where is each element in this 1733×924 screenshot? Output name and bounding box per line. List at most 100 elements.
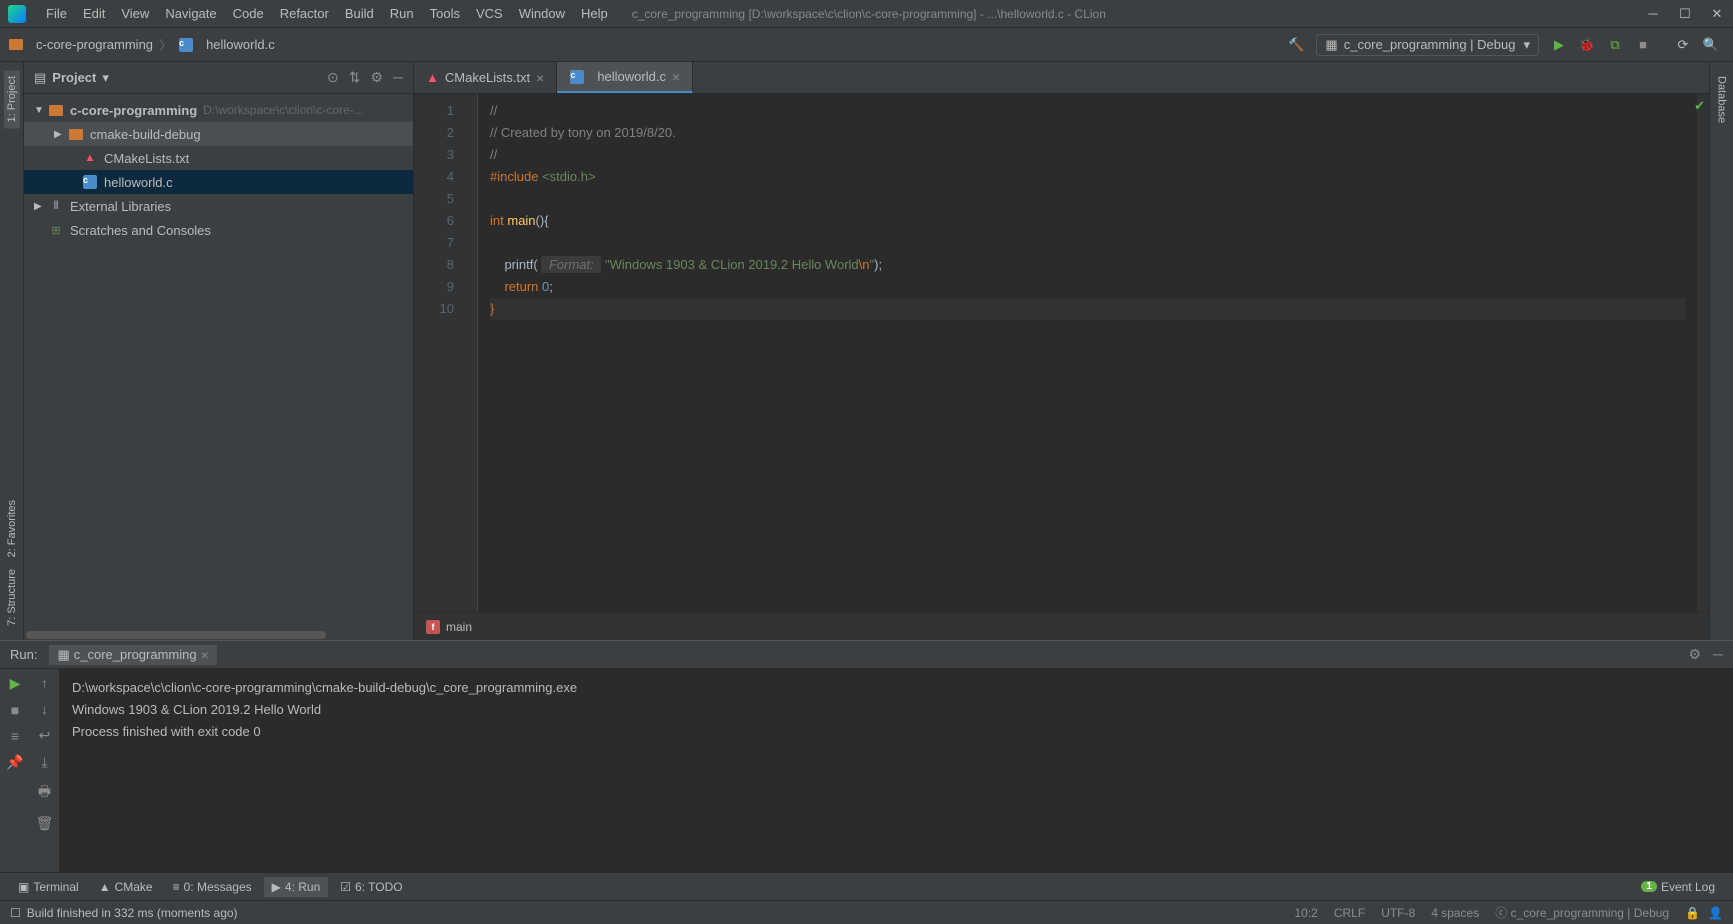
library-icon: ⫴ (48, 198, 64, 214)
run-config-selector[interactable]: ▦ c_core_programming | Debug ▾ (1316, 34, 1539, 56)
tree-item-helloworld[interactable]: c helloworld.c (24, 170, 413, 194)
project-tool-button[interactable]: 1: Project (4, 70, 20, 128)
menu-tools[interactable]: Tools (422, 4, 468, 23)
menu-window[interactable]: Window (511, 4, 573, 23)
hide-panel-icon[interactable]: ─ (393, 69, 403, 86)
messages-tab[interactable]: ≡0: Messages (165, 877, 260, 897)
close-icon[interactable]: × (201, 647, 209, 663)
tab-helloworld[interactable]: c helloworld.c × (557, 62, 693, 93)
c-file-icon: c (82, 174, 98, 190)
fold-gutter[interactable] (464, 94, 478, 612)
chevron-down-icon[interactable]: ▾ (102, 70, 109, 86)
error-stripe[interactable] (1697, 94, 1709, 612)
tab-cmakelists[interactable]: ▲ CMakeLists.txt × (414, 62, 557, 93)
soft-wrap-icon[interactable]: ↩ (39, 727, 51, 744)
run-tab[interactable]: ▦ c_core_programming × (49, 645, 216, 665)
status-message-icon: ☐ (10, 906, 21, 920)
titlebar: File Edit View Navigate Code Refactor Bu… (0, 0, 1733, 28)
hide-panel-icon[interactable]: ─ (1713, 646, 1723, 663)
profile-button[interactable]: ⧉ (1603, 33, 1627, 57)
menu-navigate[interactable]: Navigate (157, 4, 224, 23)
menu-build[interactable]: Build (337, 4, 382, 23)
bottom-tool-tabs: ▣Terminal ▲CMake ≡0: Messages ▶4: Run ☑6… (0, 872, 1733, 900)
function-icon: f (426, 620, 440, 634)
scratch-icon: ⊞ (48, 222, 64, 238)
debug-button[interactable]: 🐞 (1575, 33, 1599, 57)
run-panel-label: Run: (10, 647, 37, 662)
close-icon[interactable]: × (672, 69, 680, 85)
line-separator[interactable]: CRLF (1334, 906, 1365, 920)
run-button[interactable]: ▶ (1547, 33, 1571, 57)
line-number-gutter[interactable]: 12345678910 (414, 94, 464, 612)
terminal-tab[interactable]: ▣Terminal (10, 877, 87, 897)
menu-run[interactable]: Run (382, 4, 422, 23)
minimize-button[interactable]: ─ (1645, 6, 1661, 22)
code-editor[interactable]: // // Created by tony on 2019/8/20. // #… (478, 94, 1697, 612)
search-everywhere-button[interactable]: 🔍 (1699, 33, 1723, 57)
event-log-tab[interactable]: 1 Event Log (1633, 877, 1723, 897)
scroll-end-icon[interactable]: ⤓ (41, 754, 47, 771)
console-output[interactable]: D:\workspace\c\clion\c-core-programming\… (60, 669, 1733, 872)
print-icon[interactable]: 🖶 (38, 781, 51, 805)
indent-setting[interactable]: 4 spaces (1431, 906, 1479, 920)
maximize-button[interactable]: ☐ (1677, 6, 1693, 22)
status-message[interactable]: Build finished in 332 ms (moments ago) (27, 906, 238, 920)
cmake-tab[interactable]: ▲CMake (91, 877, 161, 897)
clear-icon[interactable]: 🗑 (36, 815, 54, 832)
locate-icon[interactable]: ⊙ (327, 69, 339, 86)
structure-tool-button[interactable]: 7: Structure (4, 563, 20, 632)
tree-item-scratches[interactable]: ⊞ Scratches and Consoles (24, 218, 413, 242)
chevron-down-icon: ▾ (1523, 37, 1530, 53)
context-label[interactable]: ⓒ c_core_programming | Debug (1495, 904, 1669, 921)
gear-icon[interactable]: ⚙ (371, 69, 384, 86)
project-h-scrollbar[interactable] (24, 630, 413, 640)
gear-icon[interactable]: ⚙ (1689, 646, 1702, 663)
up-icon[interactable]: ↑ (41, 675, 48, 691)
menu-code[interactable]: Code (225, 4, 272, 23)
stop-button[interactable]: ■ (11, 702, 19, 718)
tree-item-external-libs[interactable]: ▶ ⫴ External Libraries (24, 194, 413, 218)
close-icon[interactable]: × (536, 70, 544, 86)
panel-title[interactable]: Project (52, 70, 96, 85)
hector-icon[interactable]: 👤 (1708, 906, 1723, 920)
build-button[interactable]: 🔨 (1284, 33, 1308, 57)
run-actions-primary: ▶ ■ ≡ 📌 (0, 669, 30, 872)
database-tool-button[interactable]: Database (1714, 70, 1730, 129)
editor-body[interactable]: 12345678910 // // Created by tony on 201… (414, 94, 1709, 612)
tree-item-cmake-build[interactable]: ▶ cmake-build-debug (24, 122, 413, 146)
expand-all-icon[interactable]: ⇅ (349, 69, 361, 86)
favorites-tool-button[interactable]: 2: Favorites (4, 494, 20, 563)
rerun-button[interactable]: ▶ (10, 675, 21, 692)
layout-button[interactable]: ≡ (11, 728, 19, 744)
c-file-icon: c (569, 69, 585, 85)
close-button[interactable]: ✕ (1709, 6, 1725, 22)
project-dropdown-icon[interactable]: ▤ (34, 70, 46, 86)
todo-tab[interactable]: ☑6: TODO (332, 877, 410, 897)
tree-root[interactable]: ▼ c-core-programming D:\workspace\c\clio… (24, 98, 413, 122)
menu-refactor[interactable]: Refactor (272, 4, 337, 23)
project-tree[interactable]: ▼ c-core-programming D:\workspace\c\clio… (24, 94, 413, 630)
code-breadcrumb[interactable]: f main (414, 612, 1709, 640)
menu-file[interactable]: File (38, 4, 75, 23)
menu-edit[interactable]: Edit (75, 4, 113, 23)
file-encoding[interactable]: UTF-8 (1381, 906, 1415, 920)
breadcrumb-file[interactable]: helloworld.c (206, 37, 275, 52)
menu-help[interactable]: Help (573, 4, 616, 23)
menu-vcs[interactable]: VCS (468, 4, 511, 23)
update-running-button[interactable]: ⟳ (1671, 33, 1695, 57)
menu-view[interactable]: View (113, 4, 157, 23)
tree-item-cmakelists[interactable]: ▲ CMakeLists.txt (24, 146, 413, 170)
cursor-position[interactable]: 10:2 (1294, 906, 1317, 920)
down-icon[interactable]: ↓ (41, 701, 48, 717)
stop-button[interactable]: ■ (1631, 33, 1655, 57)
lock-icon[interactable]: 🔒 (1685, 906, 1700, 920)
pin-button[interactable]: 📌 (6, 754, 23, 771)
status-bar: ☐ Build finished in 332 ms (moments ago)… (0, 900, 1733, 924)
breadcrumb[interactable]: c-core-programming 〉 c helloworld.c (8, 35, 275, 54)
inspection-ok-icon[interactable]: ✔ (1694, 98, 1705, 114)
run-tab-bottom[interactable]: ▶4: Run (264, 877, 329, 897)
breadcrumb-project[interactable]: c-core-programming (36, 37, 153, 52)
breadcrumb-sep-icon: 〉 (159, 35, 172, 54)
folder-icon (8, 37, 24, 53)
cmake-icon: ▲ (82, 150, 98, 166)
